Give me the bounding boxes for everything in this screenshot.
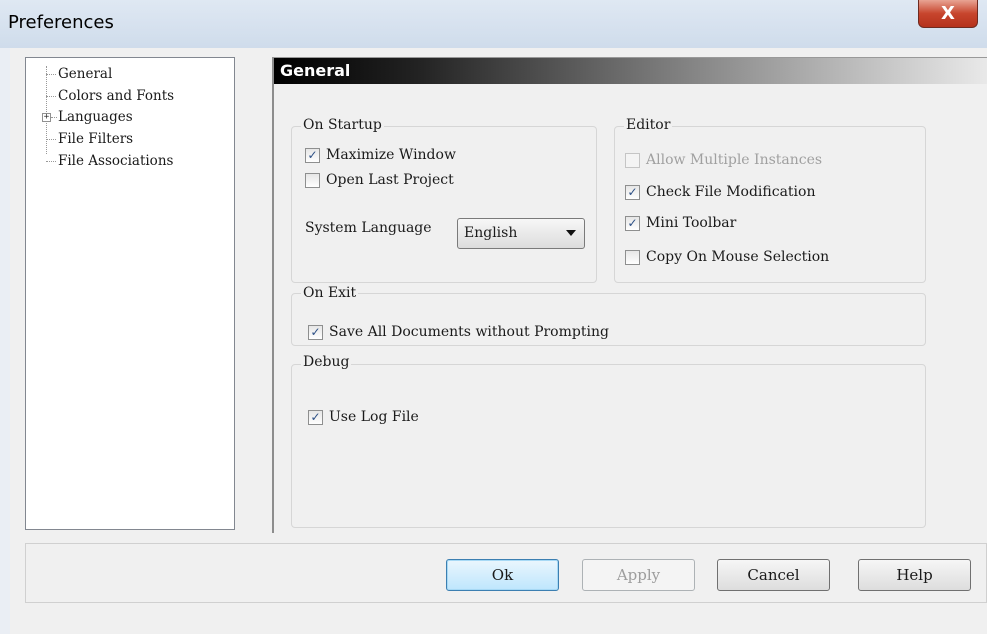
close-icon: X [941, 3, 955, 24]
tree-item-label: General [58, 66, 113, 82]
tree-connector-line [51, 117, 57, 118]
category-tree[interactable]: General Colors and Fonts + Languages Fil… [25, 57, 235, 530]
tree-connector-line [46, 161, 56, 162]
use-log-file-checkbox[interactable]: ✓ Use Log File [308, 409, 419, 425]
tree-item-label: Languages [58, 109, 133, 125]
dialog-client-area: General Colors and Fonts + Languages Fil… [10, 48, 987, 634]
tree-connector-line [46, 74, 56, 75]
mini-toolbar-checkbox[interactable]: ✓ Mini Toolbar [625, 215, 736, 231]
preferences-window: Preferences X General Colors and Fonts +… [0, 0, 987, 634]
copy-on-mouse-selection-checkbox[interactable]: Copy On Mouse Selection [625, 249, 829, 265]
on-exit-label: On Exit [301, 285, 359, 301]
cancel-button[interactable]: Cancel [717, 559, 830, 591]
debug-group [291, 364, 926, 528]
checkbox-empty-icon [625, 152, 640, 168]
system-language-value: English [464, 225, 518, 241]
open-last-project-checkbox[interactable]: Open Last Project [305, 172, 454, 188]
checkbox-check-icon: ✓ [305, 147, 320, 163]
tree-item-file-associations[interactable]: File Associations [58, 152, 173, 172]
tree-connector-line [46, 139, 56, 140]
save-all-documents-checkbox[interactable]: ✓ Save All Documents without Prompting [308, 324, 609, 340]
panel-header: General [274, 58, 987, 84]
checkbox-check-icon: ✓ [625, 215, 640, 231]
checkbox-empty-icon [305, 172, 320, 188]
tree-item-file-filters[interactable]: File Filters [58, 130, 133, 150]
panel-title: General [280, 61, 351, 80]
tree-item-label: File Filters [58, 131, 134, 147]
checkbox-check-icon: ✓ [308, 409, 323, 425]
system-language-label: System Language [305, 220, 432, 236]
settings-panel: General On Startup ✓ Maximize Window Ope… [272, 57, 987, 533]
maximize-window-checkbox[interactable]: ✓ Maximize Window [305, 147, 456, 163]
checkbox-empty-icon [625, 249, 640, 265]
close-button[interactable]: X [918, 0, 978, 28]
tree-item-label: File Associations [58, 153, 174, 169]
editor-label: Editor [624, 117, 673, 133]
title-bar[interactable]: Preferences X [0, 0, 987, 48]
tree-connector-line [46, 66, 47, 154]
button-bar: Ok Apply Cancel Help [25, 543, 987, 603]
window-title: Preferences [8, 12, 114, 33]
allow-multiple-instances-checkbox[interactable]: Allow Multiple Instances [625, 152, 822, 168]
system-language-select[interactable]: English [457, 218, 585, 249]
tree-item-label: Colors and Fonts [58, 88, 175, 104]
dropdown-arrow-icon [566, 230, 576, 236]
tree-item-languages[interactable]: Languages [58, 108, 133, 128]
expand-plus-icon[interactable]: + [42, 113, 51, 122]
on-startup-label: On Startup [301, 117, 384, 133]
check-file-modification-checkbox[interactable]: ✓ Check File Modification [625, 184, 815, 200]
tree-item-general[interactable]: General [58, 65, 112, 85]
tree-connector-line [46, 96, 56, 97]
tree-item-colors-and-fonts[interactable]: Colors and Fonts [58, 87, 174, 107]
ok-button[interactable]: Ok [446, 559, 559, 591]
help-button[interactable]: Help [858, 559, 971, 591]
debug-label: Debug [301, 354, 352, 370]
apply-button[interactable]: Apply [582, 559, 695, 591]
checkbox-check-icon: ✓ [625, 184, 640, 200]
checkbox-check-icon: ✓ [308, 324, 323, 340]
